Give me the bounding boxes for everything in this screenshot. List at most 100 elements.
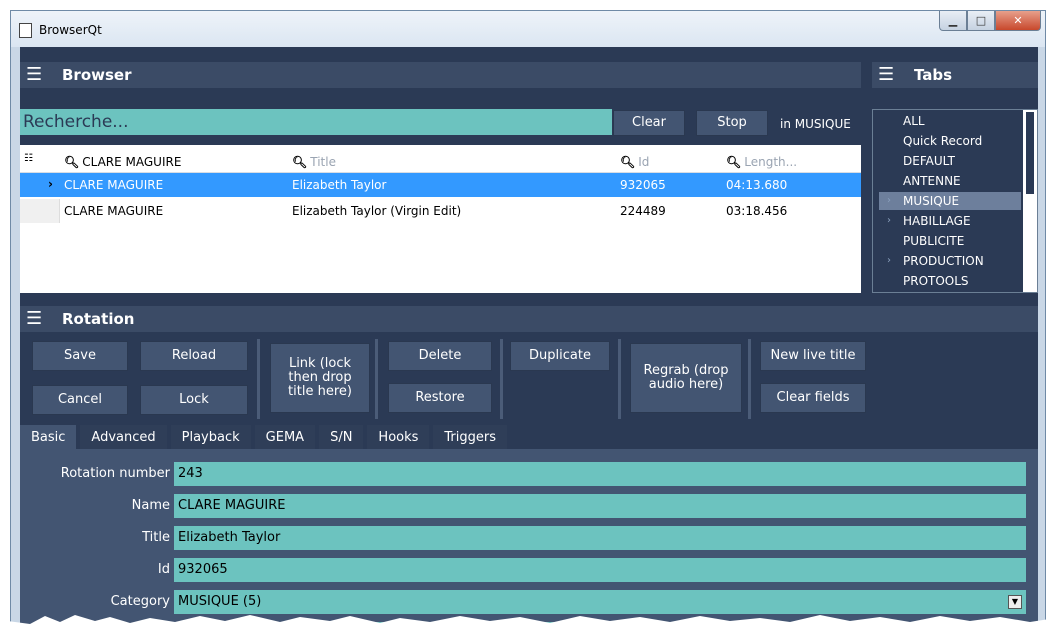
current-row-arrow-icon: ›: [48, 177, 53, 191]
triangle-down-icon[interactable]: ▼: [1008, 595, 1022, 609]
clear-fields-button[interactable]: Clear fields: [760, 383, 866, 413]
app-icon: [19, 23, 32, 38]
browser-header-label: Browser: [62, 66, 132, 84]
duplicate-button[interactable]: Duplicate: [510, 341, 610, 371]
column-header-title[interactable]: 🔍︎ Title: [292, 155, 336, 169]
cell-name: CLARE MAGUIRE: [64, 204, 164, 218]
cell-title: Elizabeth Taylor: [292, 178, 387, 192]
window-controls: ▁ □ ✕: [939, 11, 1041, 33]
category-label: Category: [110, 594, 170, 609]
tab-advanced[interactable]: Advanced: [80, 425, 167, 449]
table-row[interactable]: CLARE MAGUIRE Elizabeth Taylor (Virgin E…: [20, 199, 861, 223]
separator: [748, 339, 751, 419]
delete-button[interactable]: Delete: [388, 341, 492, 371]
restore-button[interactable]: Restore: [388, 383, 492, 413]
title-bar[interactable]: BrowserQt ▁ □ ✕: [11, 11, 1045, 47]
cell-id: 932065: [620, 178, 666, 192]
row-indicator: ›: [20, 173, 60, 197]
table-row[interactable]: › CLARE MAGUIRE Elizabeth Taylor 932065 …: [20, 173, 861, 197]
name-row: Name CLARE MAGUIRE: [20, 494, 1038, 518]
separator: [257, 339, 260, 419]
tabs-header-label: Tabs: [914, 66, 953, 84]
rotation-number-field[interactable]: 243: [174, 462, 1026, 486]
link-drop-button[interactable]: Link (lock then drop title here): [270, 343, 370, 413]
cell-id: 224489: [620, 204, 666, 218]
tabs-list: ALL Quick Record DEFAULT ANTENNE › MUSIQU…: [872, 109, 1038, 293]
tab-playback[interactable]: Playback: [170, 425, 251, 449]
tab-basic[interactable]: Basic: [20, 425, 77, 449]
tab-item-quick-record[interactable]: Quick Record: [879, 132, 1021, 150]
minimize-button[interactable]: ▁: [939, 11, 967, 31]
tabs-list-body: ALL Quick Record DEFAULT ANTENNE › MUSIQU…: [873, 110, 1023, 292]
column-header-name[interactable]: 🔍︎ CLARE MAGUIRE: [64, 155, 181, 169]
chevron-right-icon[interactable]: ›: [887, 192, 891, 210]
search-scope-label: in MUSIQUE: [780, 117, 851, 131]
search-input[interactable]: [20, 109, 612, 135]
id-field[interactable]: 932065: [174, 558, 1026, 582]
hamburger-icon[interactable]: ☰: [26, 310, 48, 328]
tab-gema[interactable]: GEMA: [254, 425, 316, 449]
scrollbar-thumb[interactable]: [1026, 112, 1034, 194]
tab-item-default[interactable]: DEFAULT: [879, 152, 1021, 170]
category-select[interactable]: MUSIQUE (5) ▼: [174, 590, 1026, 614]
tab-item-protools[interactable]: PROTOOLS: [879, 272, 1021, 290]
tab-triggers[interactable]: Triggers: [433, 425, 508, 449]
column-chooser-icon[interactable]: ☷: [24, 153, 33, 164]
close-icon: ✕: [1013, 14, 1023, 27]
separator: [500, 339, 503, 419]
app-window: BrowserQt ▁ □ ✕ ☰ Browser ☰ Tabs Clear S…: [10, 10, 1046, 631]
torn-edge-decoration: [0, 615, 1056, 631]
rotation-header-label: Rotation: [62, 310, 135, 328]
clear-button[interactable]: Clear: [613, 110, 685, 136]
tab-item-antenne[interactable]: ANTENNE: [879, 172, 1021, 190]
tab-item-habillage[interactable]: › HABILLAGE: [879, 212, 1021, 230]
column-header-id[interactable]: 🔍︎ Id: [620, 155, 649, 169]
magnifier-icon: 🔍︎: [726, 155, 742, 169]
tab-item-musique[interactable]: › MUSIQUE: [879, 192, 1021, 210]
minimize-icon: ▁: [948, 14, 958, 27]
basic-form: Rotation number 243 Name CLARE MAGUIRE T…: [20, 449, 1038, 631]
results-table: ☷ 🔍︎ CLARE MAGUIRE 🔍︎ Title 🔍︎ Id 🔍︎ Len…: [20, 145, 861, 293]
name-label: Name: [131, 498, 170, 513]
chevron-right-icon[interactable]: ›: [887, 252, 891, 270]
tab-item-publicite[interactable]: PUBLICITE: [879, 232, 1021, 250]
magnifier-icon: 🔍︎: [64, 155, 80, 169]
client-area: ☰ Browser ☰ Tabs Clear Stop in MUSIQUE ☷…: [20, 47, 1038, 631]
lock-button[interactable]: Lock: [140, 385, 248, 415]
tab-item-all[interactable]: ALL: [879, 112, 1021, 130]
category-value: MUSIQUE (5): [178, 594, 262, 609]
magnifier-icon: 🔍︎: [620, 155, 636, 169]
title-field[interactable]: Elizabeth Taylor: [174, 526, 1026, 550]
cell-title: Elizabeth Taylor (Virgin Edit): [292, 204, 462, 218]
maximize-icon: □: [975, 14, 987, 27]
cancel-button[interactable]: Cancel: [32, 385, 128, 415]
close-button[interactable]: ✕: [995, 11, 1041, 31]
rotation-header: ☰ Rotation: [20, 306, 1038, 332]
tab-hooks[interactable]: Hooks: [367, 425, 430, 449]
column-header-length[interactable]: 🔍︎ Length...: [726, 155, 797, 169]
reload-button[interactable]: Reload: [140, 341, 248, 371]
tabs-scrollbar[interactable]: [1023, 110, 1037, 292]
hamburger-icon[interactable]: ☰: [26, 66, 48, 84]
new-live-title-button[interactable]: New live title: [760, 341, 866, 371]
tabs-header: ☰ Tabs: [872, 62, 1038, 88]
magnifier-icon: 🔍︎: [292, 155, 308, 169]
regrab-button[interactable]: Regrab (drop audio here): [630, 343, 742, 413]
window-title: BrowserQt: [39, 23, 102, 37]
chevron-right-icon[interactable]: ›: [887, 212, 891, 230]
maximize-button[interactable]: □: [967, 11, 995, 31]
tab-sn[interactable]: S/N: [319, 425, 364, 449]
rotation-number-row: Rotation number 243: [20, 462, 1038, 486]
hamburger-icon[interactable]: ☰: [878, 66, 900, 84]
save-button[interactable]: Save: [32, 341, 128, 371]
title-row: Title Elizabeth Taylor: [20, 526, 1038, 550]
stop-button[interactable]: Stop: [696, 110, 768, 136]
category-row: Category MUSIQUE (5) ▼: [20, 590, 1038, 614]
tab-item-production[interactable]: › PRODUCTION: [879, 252, 1021, 270]
id-label: Id: [157, 562, 170, 577]
browser-header: ☰ Browser: [20, 62, 861, 88]
cell-name: CLARE MAGUIRE: [64, 178, 164, 192]
row-indicator: [20, 199, 60, 223]
cell-length: 04:13.680: [726, 178, 788, 192]
name-field[interactable]: CLARE MAGUIRE: [174, 494, 1026, 518]
